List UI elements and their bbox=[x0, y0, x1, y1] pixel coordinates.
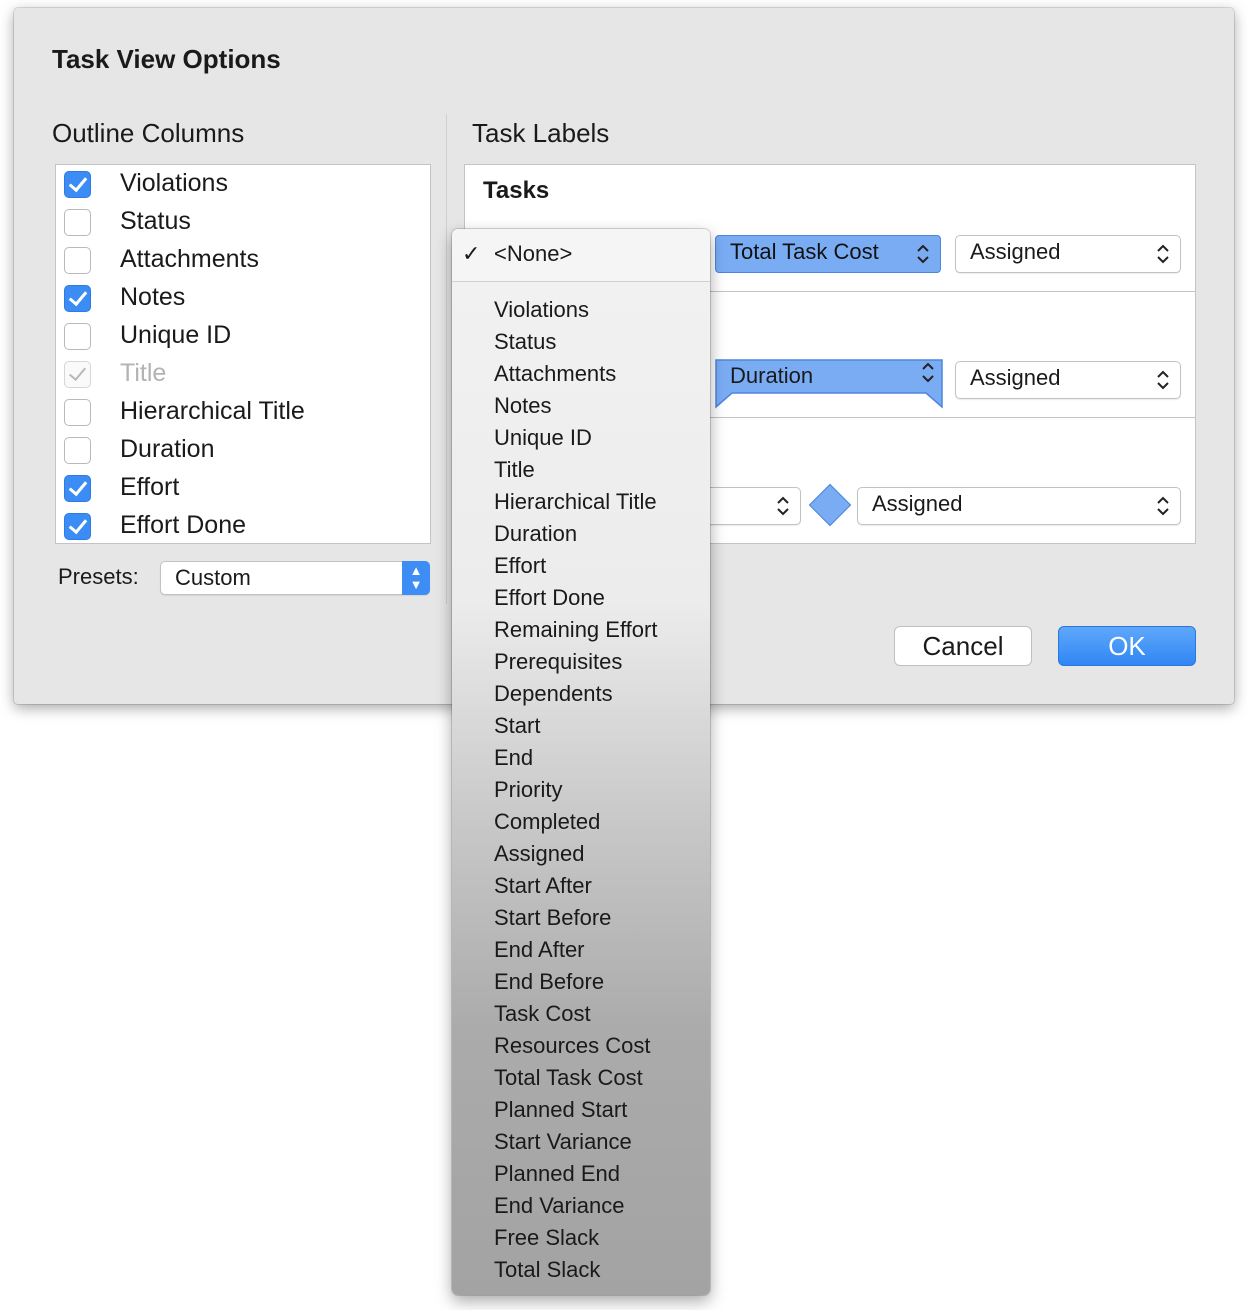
menu-item-hierarchical-title[interactable]: Hierarchical Title bbox=[494, 489, 657, 515]
field-dropdown-menu[interactable]: ✓ <None> Violations Status Attachments Note… bbox=[452, 229, 710, 1295]
menu-item-effort[interactable]: Effort bbox=[494, 553, 546, 579]
chevron-up-down-icon bbox=[1157, 496, 1169, 516]
checkbox[interactable] bbox=[64, 285, 91, 312]
column-label: Status bbox=[120, 207, 191, 235]
column-row-violations[interactable]: Violations bbox=[56, 165, 430, 203]
column-row-duration[interactable]: Duration bbox=[56, 431, 430, 469]
menu-item-task-cost[interactable]: Task Cost bbox=[494, 1001, 591, 1027]
menu-item-prerequisites[interactable]: Prerequisites bbox=[494, 649, 622, 675]
menu-item-planned-end[interactable]: Planned End bbox=[494, 1161, 620, 1187]
menu-item-total-task-cost[interactable]: Total Task Cost bbox=[494, 1065, 643, 1091]
menu-item-status[interactable]: Status bbox=[494, 329, 556, 355]
task-labels-title: Task Labels bbox=[472, 118, 610, 148]
chevron-up-down-icon bbox=[1157, 370, 1169, 390]
column-label: Violations bbox=[120, 169, 228, 197]
outline-columns-title: Outline Columns bbox=[52, 118, 245, 148]
column-row-status[interactable]: Status bbox=[56, 203, 430, 241]
menu-item-title[interactable]: Title bbox=[494, 457, 535, 483]
column-label: Duration bbox=[120, 435, 215, 463]
column-label: Title bbox=[120, 359, 167, 387]
menu-item-start-variance[interactable]: Start Variance bbox=[494, 1129, 632, 1155]
checkbox[interactable] bbox=[64, 247, 91, 274]
section-divider bbox=[446, 114, 447, 604]
chevron-up-down-icon bbox=[1157, 244, 1169, 264]
menu-item-end[interactable]: End bbox=[494, 745, 533, 771]
diamond-milestone-icon bbox=[808, 483, 852, 527]
column-row-notes[interactable]: Notes bbox=[56, 279, 430, 317]
menu-item-attachments[interactable]: Attachments bbox=[494, 361, 616, 387]
menu-selected-row[interactable]: ✓ <None> bbox=[452, 229, 710, 281]
checkbox bbox=[64, 361, 91, 388]
column-row-unique-id[interactable]: Unique ID bbox=[56, 317, 430, 355]
column-label: Notes bbox=[120, 283, 186, 311]
column-label: Effort bbox=[120, 473, 180, 501]
menu-item-effort-done[interactable]: Effort Done bbox=[494, 585, 605, 611]
column-label: Unique ID bbox=[120, 321, 232, 349]
column-row-effort-done[interactable]: Effort Done bbox=[56, 507, 430, 543]
checkbox[interactable] bbox=[64, 171, 91, 198]
popup-value: Assigned bbox=[970, 365, 1061, 390]
presets-value: Custom bbox=[175, 565, 251, 590]
checkbox[interactable] bbox=[64, 323, 91, 350]
menu-item-unique-id[interactable]: Unique ID bbox=[494, 425, 592, 451]
menu-item-remaining-effort[interactable]: Remaining Effort bbox=[494, 617, 657, 643]
checkbox[interactable] bbox=[64, 437, 91, 464]
menu-item-planned-start[interactable]: Planned Start bbox=[494, 1097, 627, 1123]
menu-item-completed[interactable]: Completed bbox=[494, 809, 600, 835]
group-label-left-popup[interactable] bbox=[695, 487, 801, 525]
menu-item-notes[interactable]: Notes bbox=[494, 393, 551, 419]
group-label-right-popup[interactable]: Assigned bbox=[857, 487, 1181, 525]
popup-value: Total Task Cost bbox=[730, 239, 879, 264]
column-label: Effort Done bbox=[120, 511, 247, 539]
menu-item-none[interactable]: <None> bbox=[494, 241, 572, 267]
presets-popup[interactable]: Custom ▲ ▼ bbox=[160, 561, 430, 595]
column-row-attachments[interactable]: Attachments bbox=[56, 241, 430, 279]
menu-item-resources-cost[interactable]: Resources Cost bbox=[494, 1033, 651, 1059]
column-row-hierarchical-title[interactable]: Hierarchical Title bbox=[56, 393, 430, 431]
popup-value: Assigned bbox=[872, 491, 963, 516]
menu-item-dependents[interactable]: Dependents bbox=[494, 681, 613, 707]
presets-label: Presets: bbox=[58, 564, 139, 589]
menu-item-start[interactable]: Start bbox=[494, 713, 540, 739]
chevron-up-down-icon bbox=[777, 496, 789, 516]
menu-item-end-after[interactable]: End After bbox=[494, 937, 585, 963]
menu-item-violations[interactable]: Violations bbox=[494, 297, 589, 323]
menu-separator bbox=[452, 281, 710, 282]
menu-item-total-slack[interactable]: Total Slack bbox=[494, 1257, 600, 1283]
chevron-up-down-icon bbox=[917, 244, 929, 264]
menu-item-end-before[interactable]: End Before bbox=[494, 969, 604, 995]
checkbox[interactable] bbox=[64, 209, 91, 236]
menu-item-assigned[interactable]: Assigned bbox=[494, 841, 585, 867]
column-label: Hierarchical Title bbox=[120, 397, 305, 425]
checkbox[interactable] bbox=[64, 399, 91, 426]
menu-item-end-variance[interactable]: End Variance bbox=[494, 1193, 624, 1219]
menu-item-duration[interactable]: Duration bbox=[494, 521, 577, 547]
popup-value: Duration bbox=[730, 363, 814, 388]
chevron-up-down-icon: ▲ ▼ bbox=[402, 561, 430, 595]
task-label-center-popup[interactable]: Total Task Cost bbox=[715, 235, 941, 273]
popup-value: Assigned bbox=[970, 239, 1061, 264]
tasks-heading: Tasks bbox=[483, 177, 550, 204]
menu-item-priority[interactable]: Priority bbox=[494, 777, 562, 803]
menu-item-start-before[interactable]: Start Before bbox=[494, 905, 611, 931]
column-row-title: Title bbox=[56, 355, 430, 393]
menu-item-start-after[interactable]: Start After bbox=[494, 873, 592, 899]
cancel-button[interactable]: Cancel bbox=[894, 626, 1032, 666]
checkbox[interactable] bbox=[64, 513, 91, 540]
milestone-label-right-popup[interactable]: Assigned bbox=[955, 361, 1181, 399]
outline-columns-list[interactable]: Violations Status Attachments Notes Uniq… bbox=[55, 164, 431, 544]
task-label-right-popup[interactable]: Assigned bbox=[955, 235, 1181, 273]
checkmark-icon: ✓ bbox=[462, 241, 481, 266]
menu-item-free-slack[interactable]: Free Slack bbox=[494, 1225, 599, 1251]
checkbox[interactable] bbox=[64, 475, 91, 502]
dialog-title: Task View Options bbox=[52, 44, 281, 74]
column-label: Attachments bbox=[120, 245, 259, 273]
ok-button[interactable]: OK bbox=[1058, 626, 1196, 666]
column-row-effort[interactable]: Effort bbox=[56, 469, 430, 507]
